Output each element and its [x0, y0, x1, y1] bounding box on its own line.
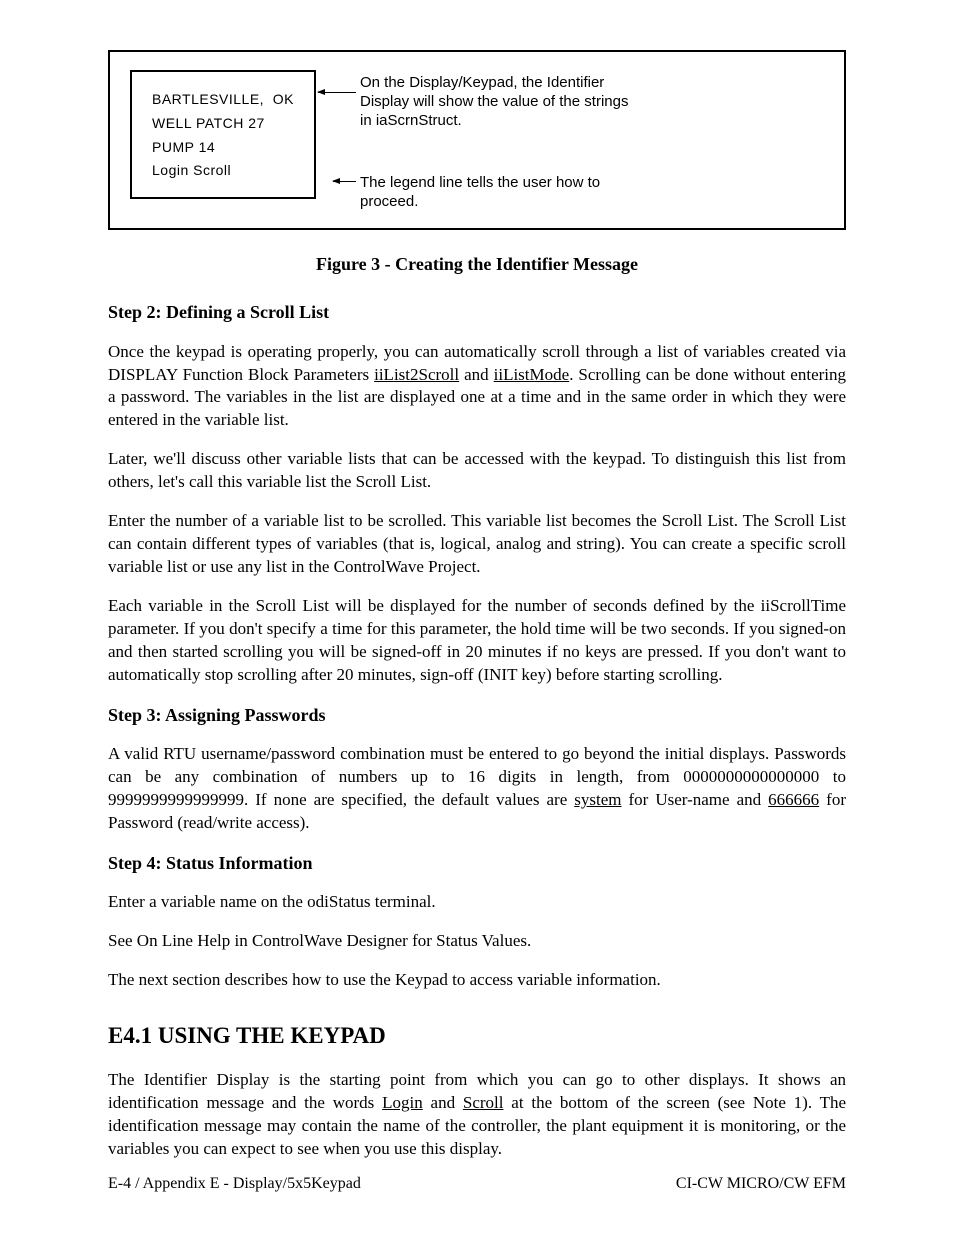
step2-paragraph-4: Each variable in the Scroll List will be…: [108, 595, 846, 687]
display-line2: WELL PATCH 27: [152, 112, 294, 136]
step2-paragraph-2: Later, we'll discuss other variable list…: [108, 448, 846, 494]
figure-caption: Figure 3 - Creating the Identifier Messa…: [108, 252, 846, 276]
footer-right: CI-CW MICRO/CW EFM: [676, 1173, 846, 1195]
display-line1-left: BARTLESVILLE,: [152, 88, 264, 112]
display-line1-right: OK: [273, 88, 294, 112]
page-footer: E-4 / Appendix E - Display/5x5Keypad CI-…: [108, 1173, 846, 1195]
step4-paragraph-3: The next section describes how to use th…: [108, 969, 846, 992]
step2-paragraph-3: Enter the number of a variable list to b…: [108, 510, 846, 579]
display-line4: Login Scroll: [152, 159, 294, 183]
section-e41-paragraph-1: The Identifier Display is the starting p…: [108, 1069, 846, 1161]
keyword-login: Login: [382, 1093, 423, 1112]
footer-left: E-4 / Appendix E - Display/5x5Keypad: [108, 1173, 361, 1195]
callout-identifier-display: On the Display/Keypad, the Identifier Di…: [360, 74, 640, 130]
step4-paragraph-2: See On Line Help in ControlWave Designer…: [108, 930, 846, 953]
step2-paragraph-1: Once the keypad is operating properly, y…: [108, 341, 846, 433]
display-keypad-mockup: BARTLESVILLE, OK WELL PATCH 27 PUMP 14 L…: [130, 70, 316, 199]
param-iilistmode: iiListMode: [494, 365, 570, 384]
step2-heading: Step 2: Defining a Scroll List: [108, 300, 846, 324]
figure-container: BARTLESVILLE, OK WELL PATCH 27 PUMP 14 L…: [108, 50, 846, 230]
keyword-scroll: Scroll: [463, 1093, 504, 1112]
step3-paragraph-1: A valid RTU username/password combinatio…: [108, 743, 846, 835]
default-username: system: [574, 790, 621, 809]
callout-legend-line: The legend line tells the user how to pr…: [360, 174, 640, 212]
step4-heading: Step 4: Status Information: [108, 851, 846, 875]
default-password: 666666: [768, 790, 819, 809]
display-line3: PUMP 14: [152, 136, 294, 160]
section-e41-heading: E4.1 USING THE KEYPAD: [108, 1020, 846, 1051]
step3-heading: Step 3: Assigning Passwords: [108, 703, 846, 727]
step4-paragraph-1: Enter a variable name on the odiStatus t…: [108, 891, 846, 914]
arrow-icon: [318, 92, 356, 93]
param-iilist2scroll: iiList2Scroll: [374, 365, 459, 384]
arrow-icon: [333, 181, 356, 182]
